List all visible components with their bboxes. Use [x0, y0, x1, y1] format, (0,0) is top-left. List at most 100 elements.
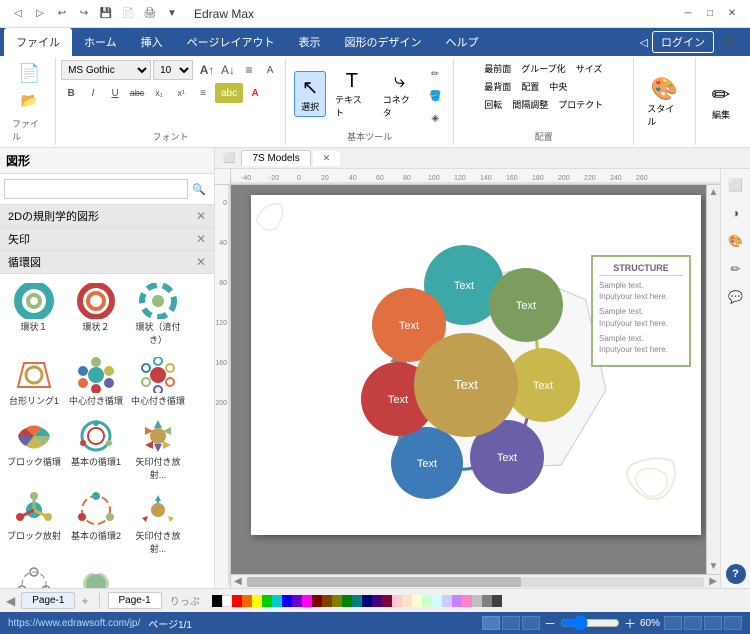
spacing-btn[interactable]: 間隔調整 — [508, 96, 552, 113]
color-darkred[interactable] — [312, 595, 322, 607]
color-hotpink[interactable] — [462, 595, 472, 607]
shape-item-shape1[interactable]: 図形 — [4, 561, 64, 588]
settings-icon[interactable]: ⚙ — [718, 32, 738, 52]
group-btn[interactable]: グループ化 — [517, 60, 569, 77]
protect-btn[interactable]: プロテクト — [554, 96, 607, 113]
rotate-btn[interactable]: 回転 — [480, 96, 506, 113]
back-button[interactable]: ◁ — [8, 4, 28, 24]
right-panel-btn6[interactable]: ? — [726, 564, 746, 584]
more-button[interactable]: ▼ — [162, 4, 182, 24]
save-button[interactable]: 💾 — [96, 4, 116, 24]
shapes-search-input[interactable] — [4, 179, 188, 199]
canvas-tab-close[interactable]: ✕ — [313, 151, 341, 166]
tab-insert[interactable]: 挿入 — [129, 28, 175, 56]
scroll-down-btn[interactable]: ▼ — [707, 559, 720, 574]
text-effects-btn[interactable]: A — [260, 60, 280, 80]
back-arrange-btn[interactable]: 最背面 — [480, 78, 515, 95]
page-tab-1b[interactable]: Page-1 — [108, 592, 162, 609]
color-lightpink[interactable] — [392, 595, 402, 607]
redo-button[interactable]: ↪ — [74, 4, 94, 24]
tab-home[interactable]: ホーム — [72, 28, 129, 56]
superscript-btn[interactable]: x¹ — [171, 83, 191, 103]
shape-item-ring3[interactable]: 環状（清付き） — [128, 278, 188, 350]
align-btn[interactable]: ≡ — [239, 60, 259, 80]
view-btn2[interactable] — [502, 616, 520, 630]
print-button[interactable]: 🖨 — [140, 4, 160, 24]
color-navy[interactable] — [362, 595, 372, 607]
gradient-btn[interactable]: ◈ — [425, 108, 445, 128]
color-blue[interactable] — [282, 595, 292, 607]
page-scroll[interactable]: りっぷ — [170, 593, 200, 608]
hscrollbar[interactable]: ◀ ▶ — [231, 574, 720, 588]
color-yellow[interactable] — [252, 595, 262, 607]
shapes-search-button[interactable]: 🔍 — [188, 178, 210, 200]
shape-item-center2[interactable]: 中心付き循環 — [128, 352, 188, 411]
shape-item-ring2[interactable]: 環状２ — [66, 278, 126, 350]
color-lightgreen[interactable] — [422, 595, 432, 607]
view-btn1[interactable] — [482, 616, 500, 630]
tab-help[interactable]: ヘルプ — [433, 28, 490, 56]
right-panel-btn3[interactable]: 🎨 — [724, 229, 748, 253]
shape-item-basic2[interactable]: 基本の循環2 — [66, 487, 126, 559]
shape-item-center1[interactable]: 中心付き循環 — [66, 352, 126, 411]
tab-file[interactable]: ファイル — [4, 28, 72, 56]
scroll-right-btn[interactable]: ▶ — [706, 576, 720, 587]
maximize-button[interactable]: □ — [700, 4, 720, 24]
font-size-select[interactable]: 10 — [153, 60, 193, 80]
select-tool-btn[interactable]: ↖ 選択 — [294, 71, 326, 117]
zoom-slider[interactable] — [560, 619, 620, 627]
style-btn[interactable]: 🎨 スタイル — [642, 73, 687, 131]
italic-btn[interactable]: I — [83, 83, 103, 103]
font-increase-btn[interactable]: A↑ — [197, 60, 217, 80]
color-lightcyan[interactable] — [432, 595, 442, 607]
font-color-btn[interactable]: A — [245, 83, 265, 103]
scroll-left-btn[interactable]: ◀ — [231, 576, 245, 587]
color-black[interactable] — [212, 595, 222, 607]
color-olive[interactable] — [332, 595, 342, 607]
front-btn[interactable]: 最前面 — [480, 60, 515, 77]
right-panel-btn4[interactable]: ✏ — [724, 257, 748, 281]
login-button[interactable]: ログイン — [652, 31, 714, 53]
edit-btn[interactable]: ✏ 編集 — [705, 79, 737, 124]
shape-item-basic1[interactable]: 基本の循環1 — [66, 413, 126, 485]
view-btn6[interactable] — [704, 616, 722, 630]
category-arrows-close[interactable]: ✕ — [196, 232, 206, 246]
color-indigo[interactable] — [372, 595, 382, 607]
color-silver[interactable] — [472, 595, 482, 607]
color-lavender[interactable] — [442, 595, 452, 607]
center-btn[interactable]: 中央 — [545, 78, 571, 95]
color-lightpurple[interactable] — [452, 595, 462, 607]
right-panel-btn1[interactable]: ⬜ — [724, 173, 748, 197]
shape-item-ring1[interactable]: 環状１ — [4, 278, 64, 350]
view-btn7[interactable] — [724, 616, 742, 630]
category-cycle[interactable]: 循環図 ✕ — [0, 251, 214, 274]
align-arrange-btn[interactable]: 配置 — [517, 78, 543, 95]
canvas-page[interactable]: Text Text Text Text — [251, 195, 701, 535]
color-purple[interactable] — [292, 595, 302, 607]
color-peach[interactable] — [402, 595, 412, 607]
category-cycle-close[interactable]: ✕ — [196, 255, 206, 269]
color-teal[interactable] — [272, 595, 282, 607]
category-2d-shapes[interactable]: 2Dの規則学的図形 ✕ — [0, 205, 214, 228]
zoom-minus-btn[interactable]: － — [544, 615, 556, 632]
color-white[interactable] — [222, 595, 232, 607]
tab-pagelayout[interactable]: ページレイアウト — [175, 28, 287, 56]
underline-btn[interactable]: U — [105, 83, 125, 103]
color-lightyellow[interactable] — [412, 595, 422, 607]
category-2d-close[interactable]: ✕ — [196, 209, 206, 223]
color-maroon[interactable] — [382, 595, 392, 607]
zoom-plus-btn[interactable]: ＋ — [624, 615, 636, 632]
canvas-tab-7smodels[interactable]: 7S Models — [241, 150, 310, 166]
right-panel-btn5[interactable]: 💬 — [724, 285, 748, 309]
font-family-select[interactable]: MS Gothic — [61, 60, 151, 80]
view-btn4[interactable] — [664, 616, 682, 630]
color-brown[interactable] — [322, 595, 332, 607]
shape-item-arrow2[interactable]: 矢印付き放射... — [128, 487, 188, 559]
page-add-btn[interactable]: + — [79, 594, 90, 608]
scroll-up-btn[interactable]: ▲ — [707, 185, 720, 200]
close-button[interactable]: ✕ — [722, 4, 742, 24]
highlight-btn[interactable]: abc — [215, 83, 243, 103]
category-arrows[interactable]: 矢印 ✕ — [0, 228, 214, 251]
new-button[interactable]: 📄 — [118, 4, 138, 24]
color-darkgreen[interactable] — [342, 595, 352, 607]
